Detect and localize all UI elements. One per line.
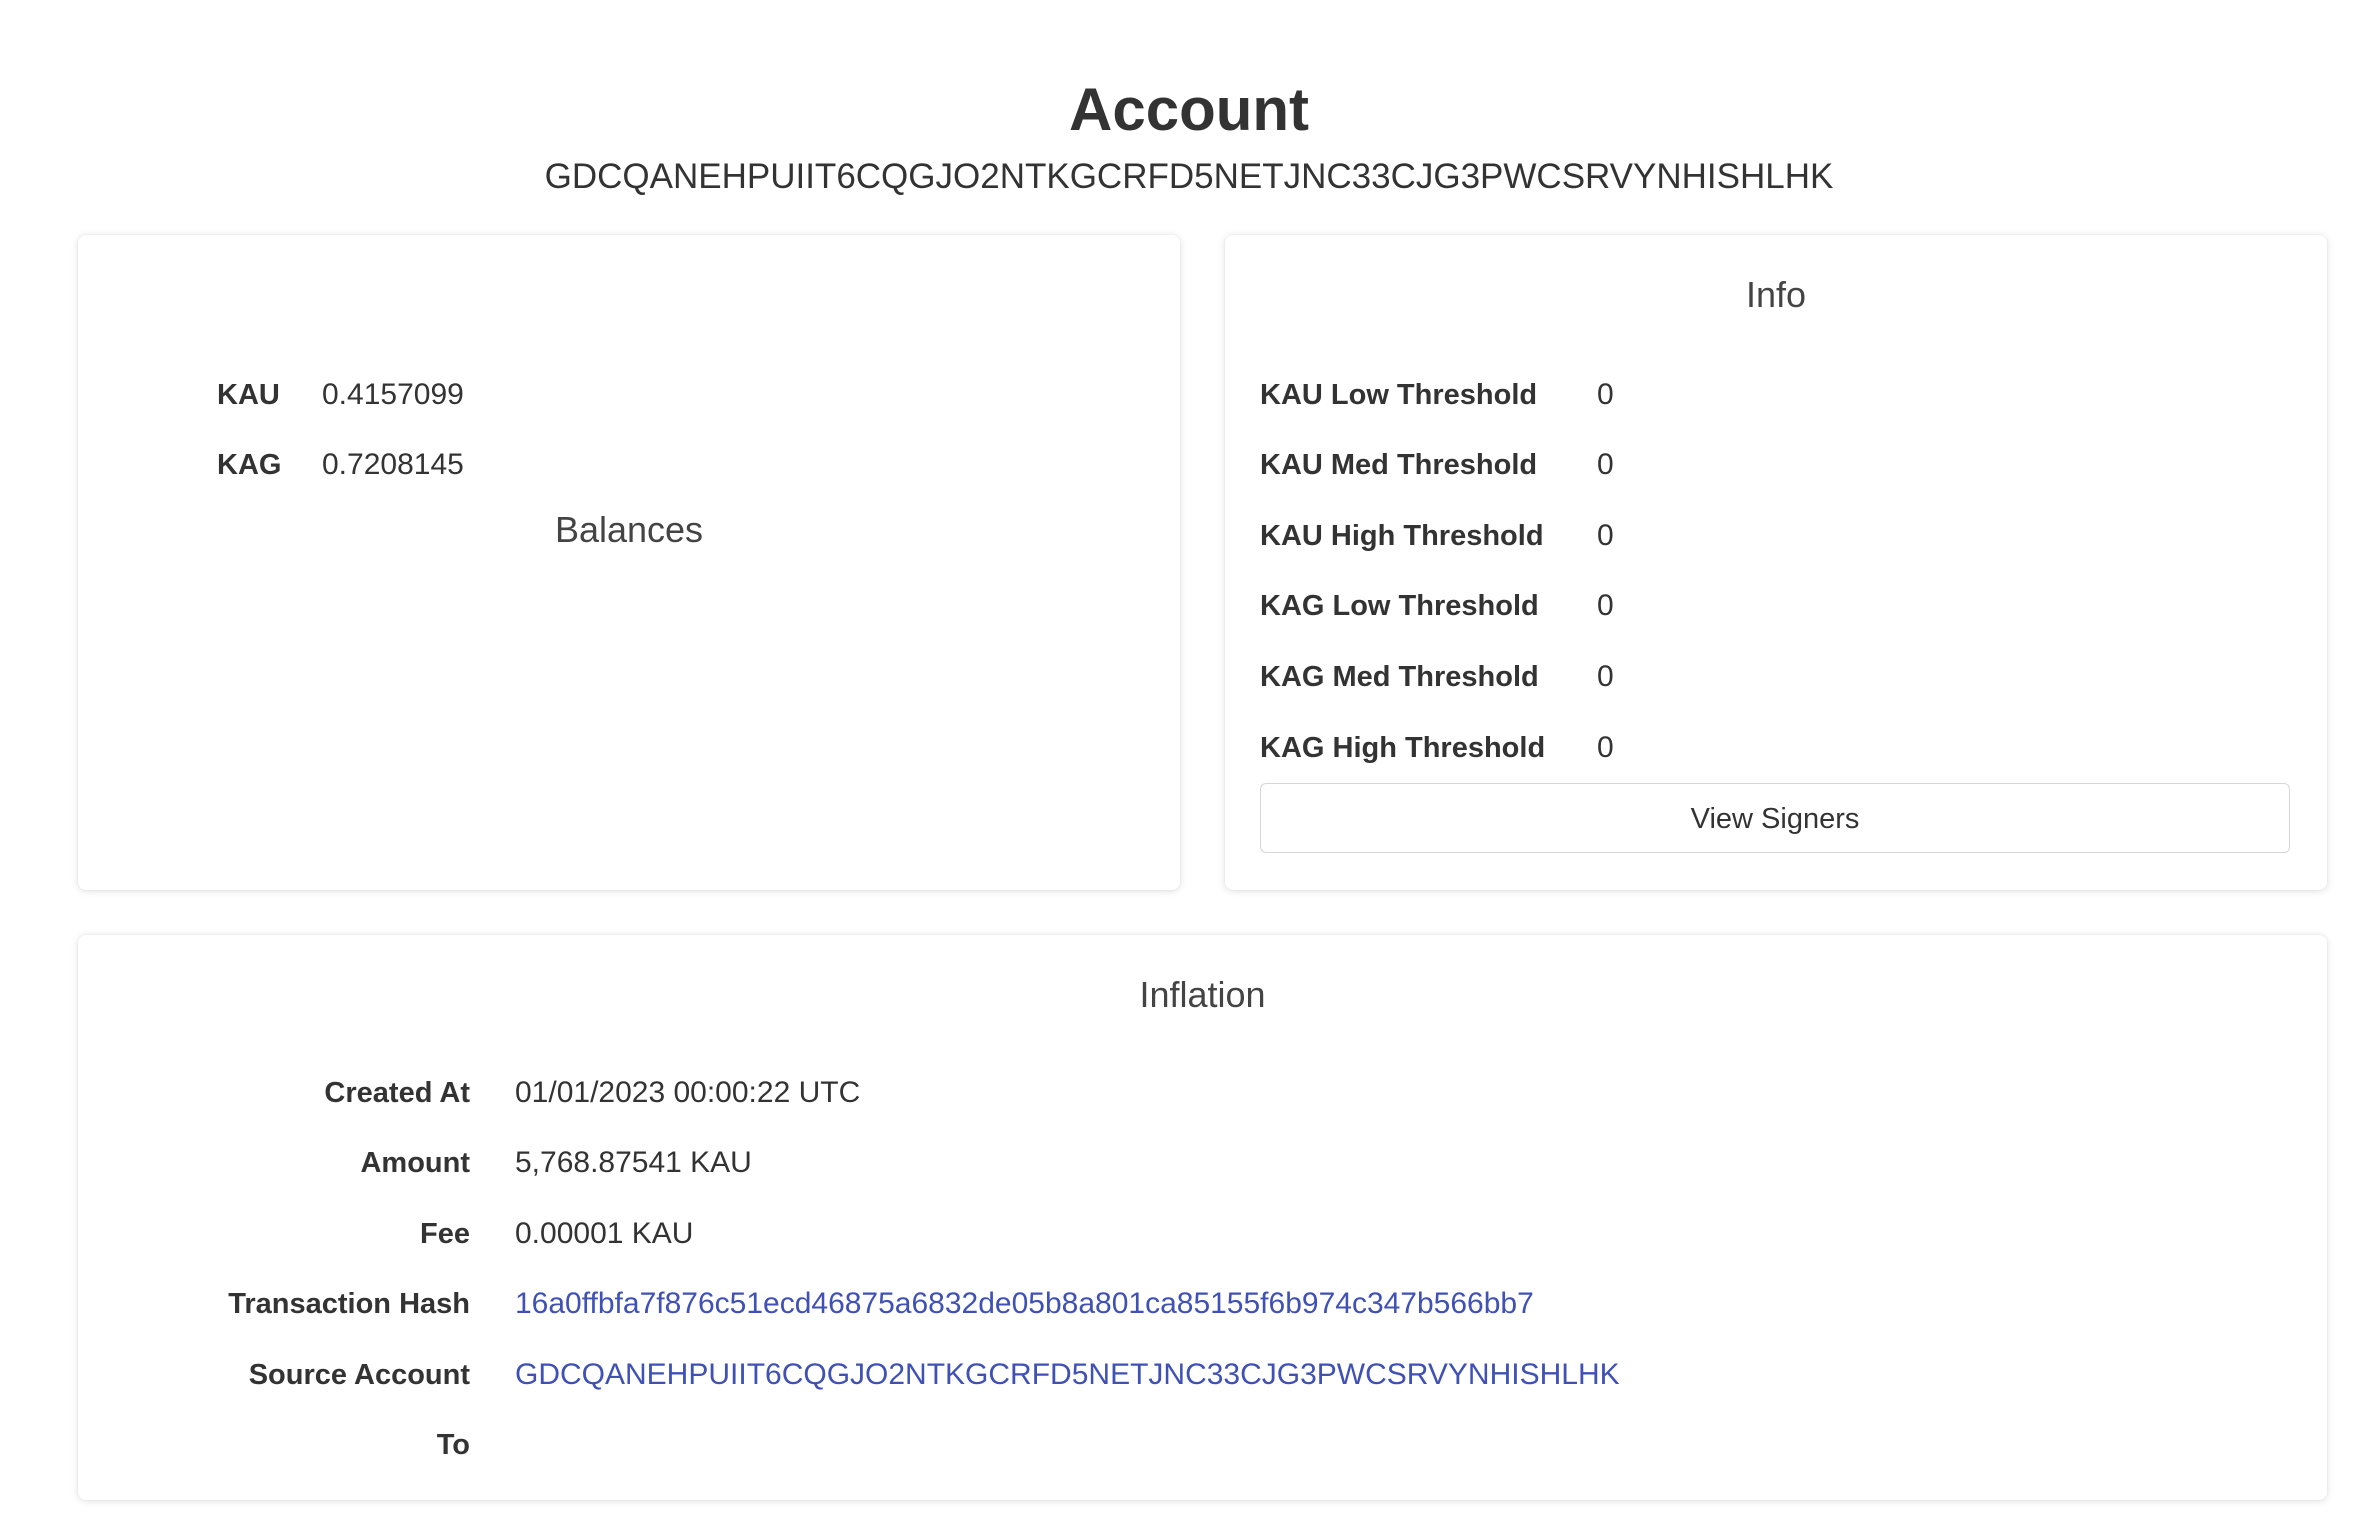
inflation-title: Inflation — [1139, 974, 1266, 1015]
info-title: Info — [1745, 274, 1807, 315]
created-at-label: Created At — [324, 1077, 470, 1109]
source-account-label: Source Account — [248, 1359, 470, 1391]
balance-label: KAG — [217, 449, 282, 481]
info-value: 0 — [1597, 519, 1614, 552]
view-signers-button[interactable]: View Signers — [1260, 783, 2290, 853]
fee-value: 0.00001 KAU — [515, 1217, 694, 1250]
inflation-row-amount: Amount 5,768.87541 KAU — [78, 1143, 752, 1183]
info-label: KAG Med Threshold — [1260, 661, 1539, 693]
info-row-kau-med-threshold: KAU Med Threshold 0 — [1260, 445, 1614, 485]
transaction-hash-link[interactable]: 16a0ffbfa7f876c51ecd46875a6832de05b8a801… — [515, 1284, 1534, 1324]
balance-label: KAU — [217, 379, 280, 411]
info-value: 0 — [1597, 378, 1614, 411]
page-title: Account — [1069, 76, 1309, 143]
info-row-kau-high-threshold: KAU High Threshold 0 — [1260, 516, 1614, 556]
balances-title: Balances — [554, 509, 704, 550]
info-row-kag-high-threshold: KAG High Threshold 0 — [1260, 728, 1614, 768]
info-row-kau-low-threshold: KAU Low Threshold 0 — [1260, 375, 1614, 415]
info-label: KAU Med Threshold — [1260, 449, 1538, 481]
inflation-row-to: To — [78, 1425, 515, 1465]
balance-row-kau: KAU 0.4157099 — [217, 375, 464, 415]
balance-row-kag: KAG 0.7208145 — [217, 445, 464, 485]
inflation-row-created-at: Created At 01/01/2023 00:00:22 UTC — [78, 1073, 860, 1113]
info-label: KAU High Threshold — [1260, 520, 1544, 552]
to-label: To — [436, 1429, 470, 1461]
fee-label: Fee — [420, 1218, 470, 1250]
info-row-kag-low-threshold: KAG Low Threshold 0 — [1260, 586, 1614, 626]
inflation-row-transaction-hash: Transaction Hash 16a0ffbfa7f876c51ecd468… — [78, 1284, 1534, 1324]
created-at-value: 01/01/2023 00:00:22 UTC — [515, 1076, 861, 1109]
balance-value: 0.7208145 — [322, 448, 464, 481]
info-row-kag-med-threshold: KAG Med Threshold 0 — [1260, 657, 1614, 697]
amount-label: Amount — [360, 1147, 470, 1179]
info-card: Info KAU Low Threshold 0 KAU Med Thresho… — [1225, 235, 2327, 890]
info-value: 0 — [1597, 589, 1614, 622]
balance-value: 0.4157099 — [322, 378, 464, 411]
inflation-row-source-account: Source Account GDCQANEHPUIIT6CQGJO2NTKGC… — [78, 1355, 1620, 1395]
info-value: 0 — [1597, 660, 1614, 693]
info-value: 0 — [1597, 731, 1614, 764]
inflation-card: Inflation Created At 01/01/2023 00:00:22… — [78, 935, 2327, 1500]
inflation-row-fee: Fee 0.00001 KAU — [78, 1214, 693, 1254]
account-page: Account GDCQANEHPUIIT6CQGJO2NTKGCRFD5NET… — [0, 0, 2378, 1530]
amount-value: 5,768.87541 KAU — [515, 1146, 752, 1179]
balances-card: Balances KAU 0.4157099 KAG 0.7208145 — [78, 235, 1180, 890]
info-label: KAU Low Threshold — [1260, 379, 1538, 411]
info-label: KAG High Threshold — [1260, 732, 1546, 764]
transaction-hash-label: Transaction Hash — [228, 1288, 470, 1320]
source-account-link[interactable]: GDCQANEHPUIIT6CQGJO2NTKGCRFD5NETJNC33CJG… — [515, 1355, 1620, 1395]
page-header: Account GDCQANEHPUIIT6CQGJO2NTKGCRFD5NET… — [0, 70, 2378, 202]
info-value: 0 — [1597, 448, 1614, 481]
account-id: GDCQANEHPUIIT6CQGJO2NTKGCRFD5NETJNC33CJG… — [544, 157, 1834, 196]
info-label: KAG Low Threshold — [1260, 590, 1539, 622]
